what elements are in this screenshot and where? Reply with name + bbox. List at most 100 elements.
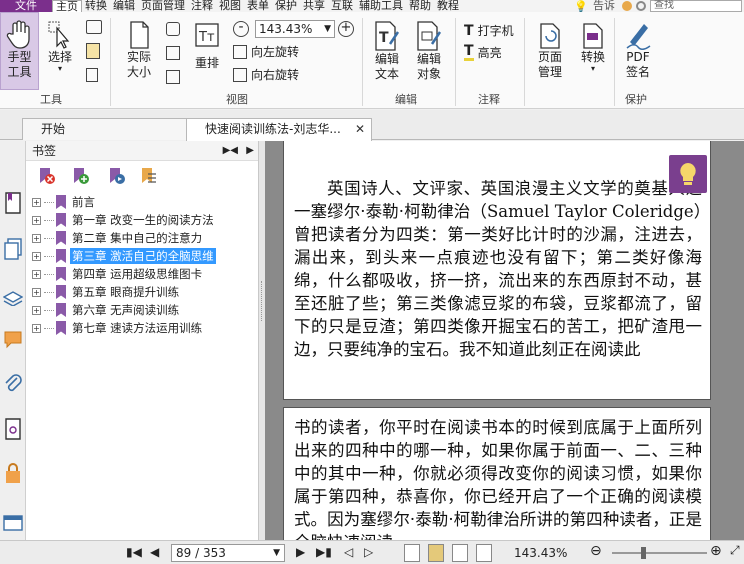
menu-tutorial[interactable]: 教程: [434, 0, 462, 12]
expand-icon[interactable]: [166, 70, 180, 84]
add-bookmark-icon[interactable]: [70, 166, 90, 186]
forward-view-icon[interactable]: ▷: [364, 545, 373, 559]
menu-form[interactable]: 表单: [244, 0, 272, 12]
file-menu[interactable]: 文件: [0, 0, 52, 12]
zoom-out-icon[interactable]: ⊖: [590, 543, 602, 559]
menu-share[interactable]: 共享: [300, 0, 328, 12]
panel-menu-icon[interactable]: ▶: [246, 141, 254, 161]
tell-me-label[interactable]: 告诉: [590, 0, 618, 12]
rotate-right-button[interactable]: 向右旋转: [233, 66, 299, 83]
expand-icon[interactable]: +: [32, 323, 41, 333]
fit-width-icon[interactable]: [166, 22, 180, 36]
convert-button[interactable]: 转换 ▾: [575, 22, 611, 73]
signature-panel-icon[interactable]: [0, 415, 26, 443]
bookmark-icon: [56, 285, 66, 299]
select-button[interactable]: 选择 ▾: [42, 20, 78, 73]
typewriter-button[interactable]: T 打字机: [464, 22, 514, 39]
edit-object-button[interactable]: 编辑 对象: [410, 20, 448, 82]
search-input[interactable]: 查找: [650, 0, 742, 12]
page-paragraph: 英国诗人、文评家、英国浪漫主义文学的奠基人之一塞缪尔·泰勒·柯勒律治（Samue…: [294, 179, 702, 359]
rotate-left-button[interactable]: 向左旋转: [233, 43, 299, 60]
expand-icon[interactable]: +: [32, 233, 41, 243]
menu-convert[interactable]: 转换: [82, 0, 110, 12]
bookmark-options-icon[interactable]: [138, 166, 158, 186]
single-page-view-icon[interactable]: [404, 544, 420, 562]
user-icon[interactable]: [622, 1, 632, 11]
menu-home[interactable]: 主页: [52, 0, 82, 12]
settings-icon[interactable]: [636, 1, 646, 11]
layers-icon[interactable]: [0, 283, 26, 311]
expand-icon[interactable]: +: [32, 197, 41, 207]
menu-page-manage[interactable]: 页面管理: [138, 0, 188, 12]
clipboard-icon[interactable]: [86, 43, 100, 59]
menu-edit[interactable]: 编辑: [110, 0, 138, 12]
menu-help[interactable]: 帮助: [406, 0, 434, 12]
page-manage-button[interactable]: 页面 管理: [530, 22, 570, 80]
comment-panel-icon[interactable]: [0, 325, 26, 353]
zoom-in-icon[interactable]: +: [338, 21, 354, 37]
menu-connect[interactable]: 互联: [328, 0, 356, 12]
facing-view-icon[interactable]: [452, 544, 468, 562]
expand-bookmark-icon[interactable]: [106, 166, 126, 186]
snapshot-icon[interactable]: [86, 20, 102, 34]
bookmark-label: 第四章 运用超级思维图卡: [72, 267, 203, 281]
bookmark-item[interactable]: + 第四章 运用超级思维图卡: [26, 265, 259, 283]
continuous-view-icon[interactable]: [428, 544, 444, 562]
zoom-out-icon[interactable]: -: [233, 20, 249, 37]
collapse-panel-icon[interactable]: ▶◀: [223, 141, 238, 161]
fit-page-icon[interactable]: [86, 68, 98, 82]
expand-icon[interactable]: +: [32, 305, 41, 315]
previous-page-icon[interactable]: ◀: [150, 545, 159, 559]
expand-icon[interactable]: +: [32, 251, 41, 261]
fullscreen-icon[interactable]: ⤢: [730, 543, 740, 558]
edit-text-button[interactable]: T 编辑 文本: [370, 20, 404, 82]
ribbon: 手型 工具 选择 ▾ 工具 实际 大小 Tт 重排 - 143.43% ▼ + …: [0, 12, 744, 109]
close-icon[interactable]: ✕: [355, 119, 365, 139]
menu-accessibility[interactable]: 辅助工具: [356, 0, 406, 12]
lightbulb-icon[interactable]: 💡: [574, 0, 588, 12]
tab-start[interactable]: 开始: [22, 118, 188, 140]
zoom-slider[interactable]: [612, 547, 707, 559]
attachment-icon[interactable]: [0, 369, 26, 397]
bookmark-item[interactable]: + 第六章 无声阅读训练: [26, 301, 259, 319]
pages-thumbnail-icon[interactable]: [0, 235, 26, 263]
bookmark-item-selected[interactable]: + 第三章 激活自己的全脑思维: [26, 247, 259, 265]
page-number-input[interactable]: 89 / 353 ▼: [171, 544, 285, 562]
actual-size-button[interactable]: 实际 大小: [121, 20, 157, 80]
highlight-button[interactable]: T 高亮: [464, 44, 502, 61]
document-view[interactable]: 英国诗人、文评家、英国浪漫主义文学的奠基人之一塞缪尔·泰勒·柯勒律治（Samue…: [265, 141, 744, 540]
expand-icon[interactable]: +: [32, 269, 41, 279]
lightbulb-icon[interactable]: [669, 155, 707, 193]
bookmark-item[interactable]: + 前言: [26, 193, 259, 211]
bookmark-item[interactable]: + 第一章 改变一生的阅读方法: [26, 211, 259, 229]
pdf-sign-button[interactable]: PDF 签名: [619, 20, 657, 80]
first-page-icon[interactable]: ▮◀: [126, 545, 142, 559]
lock-icon[interactable]: [0, 459, 26, 487]
zoom-select[interactable]: 143.43% ▼: [255, 20, 335, 38]
bookmark-item[interactable]: + 第五章 眼商提升训练: [26, 283, 259, 301]
convert-icon: [583, 23, 603, 49]
zoom-in-icon[interactable]: ⊕: [710, 543, 722, 559]
content-panel-icon[interactable]: [0, 509, 26, 537]
bookmark-item[interactable]: + 第二章 集中自己的注意力: [26, 229, 259, 247]
bookmark-panel-icon[interactable]: [0, 189, 26, 217]
back-view-icon[interactable]: ◁: [344, 545, 353, 559]
expand-icon[interactable]: +: [32, 287, 41, 297]
hand-tool[interactable]: 手型 工具: [0, 18, 39, 80]
menu-view[interactable]: 视图: [216, 0, 244, 12]
menu-protect[interactable]: 保护: [272, 0, 300, 12]
edit-text-label-1: 编辑: [374, 52, 399, 66]
zoom-slider-knob[interactable]: [640, 547, 646, 559]
delete-bookmark-icon[interactable]: [36, 166, 56, 186]
reflow-label: 重排: [194, 56, 219, 70]
next-page-icon[interactable]: ▶: [296, 545, 305, 559]
bookmark-item[interactable]: + 第七章 速读方法运用训练: [26, 319, 259, 337]
highlight-label: 高亮: [477, 46, 502, 60]
tab-document[interactable]: 快速阅读训练法-刘志华... ✕: [186, 118, 372, 141]
reflow-button[interactable]: Tт 重排: [190, 22, 224, 71]
last-page-icon[interactable]: ▶▮: [316, 545, 332, 559]
continuous-facing-view-icon[interactable]: [476, 544, 492, 562]
expand-icon[interactable]: +: [32, 215, 41, 225]
fit-visible-icon[interactable]: [166, 46, 180, 60]
menu-comment[interactable]: 注释: [188, 0, 216, 12]
